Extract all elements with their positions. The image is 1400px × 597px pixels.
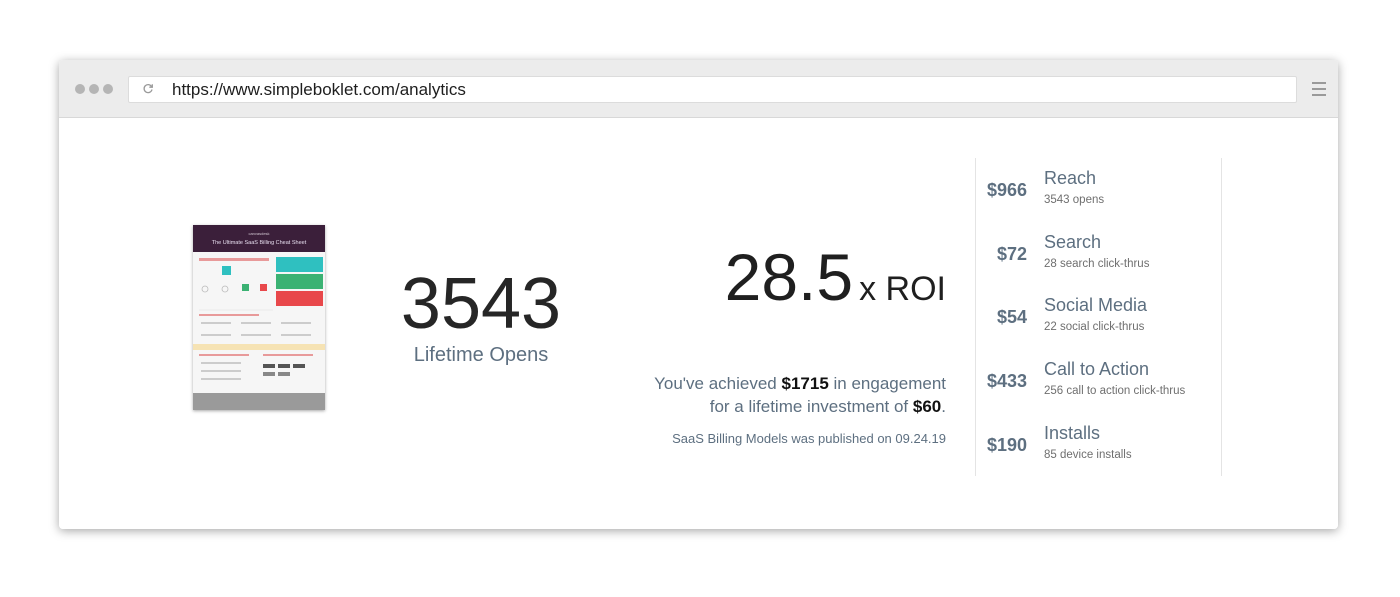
hamburger-menu-icon[interactable] <box>1312 82 1326 96</box>
metrics-divider-right <box>1221 158 1222 476</box>
window-controls <box>75 84 113 94</box>
metric-name: Call to Action <box>1044 359 1150 379</box>
metric-detail: 3543 opens <box>1044 194 1105 206</box>
url-text[interactable]: https://www.simpleboklet.com/analytics <box>172 80 466 99</box>
browser-window: https://www.simpleboklet.com/analytics c… <box>59 60 1338 529</box>
roi-headline: 28.5 x ROI <box>725 244 946 310</box>
booklet-title: The Ultimate SaaS Billing Cheat Sheet <box>211 240 307 246</box>
metric-amount: $190 <box>986 435 1027 455</box>
lifetime-opens-count: 3543 <box>400 264 562 344</box>
booklet-thumbnail[interactable]: canvasdesk The Ultimate SaaS Billing Che… <box>193 225 325 410</box>
browser-toolbar: https://www.simpleboklet.com/analytics <box>59 60 1338 118</box>
analytics-content: canvasdesk The Ultimate SaaS Billing Che… <box>59 118 1338 529</box>
metric-amount: $54 <box>996 307 1027 327</box>
published-date-text: SaaS Billing Models was published on 09.… <box>672 431 946 446</box>
lifetime-opens-label: Lifetime Opens <box>413 344 549 366</box>
booklet-page-preview <box>193 257 325 380</box>
window-dot-icon[interactable] <box>75 84 85 94</box>
metric-name: Reach <box>1044 168 1097 188</box>
investment-prefix: for a lifetime investment of <box>709 397 909 416</box>
investment-suffix: . <box>941 397 946 416</box>
achieved-suffix: in engagement <box>833 374 946 393</box>
achieved-amount: $1715 <box>781 374 829 393</box>
metric-amount: $433 <box>986 371 1027 391</box>
achieved-prefix: You've achieved <box>654 374 777 393</box>
metric-installs: $190 Installs 85 device installs <box>976 423 1221 473</box>
metric-search: $72 Search 28 search click-thrus <box>976 232 1221 282</box>
window-dot-icon[interactable] <box>89 84 99 94</box>
metric-detail: 28 search click-thrus <box>1044 258 1150 270</box>
booklet-brand: canvasdesk <box>248 231 270 236</box>
metric-call-to-action: $433 Call to Action 256 call to action c… <box>976 359 1221 409</box>
booklet-footer <box>193 393 325 410</box>
metric-name: Social Media <box>1044 295 1148 315</box>
metric-amount: $966 <box>986 180 1027 200</box>
investment-amount: $60 <box>912 397 942 416</box>
window-dot-icon[interactable] <box>103 84 113 94</box>
metric-social-media: $54 Social Media 22 social click-thrus <box>976 295 1221 345</box>
reload-icon[interactable] <box>141 82 155 96</box>
metric-detail: 85 device installs <box>1044 449 1132 461</box>
metric-name: Search <box>1044 232 1102 252</box>
metric-reach: $966 Reach 3543 opens <box>976 168 1221 218</box>
metric-name: Installs <box>1044 423 1101 443</box>
engagement-summary: You've achieved $1715 in engagement for … <box>654 372 946 418</box>
metric-detail: 22 social click-thrus <box>1044 321 1145 333</box>
roi-unit: x ROI <box>859 270 946 308</box>
booklet-header: canvasdesk The Ultimate SaaS Billing Che… <box>193 225 325 252</box>
address-bar[interactable]: https://www.simpleboklet.com/analytics <box>128 76 1297 103</box>
metric-amount: $72 <box>996 244 1027 264</box>
roi-value: 28.5 <box>724 240 854 314</box>
metric-detail: 256 call to action click-thrus <box>1044 385 1186 397</box>
